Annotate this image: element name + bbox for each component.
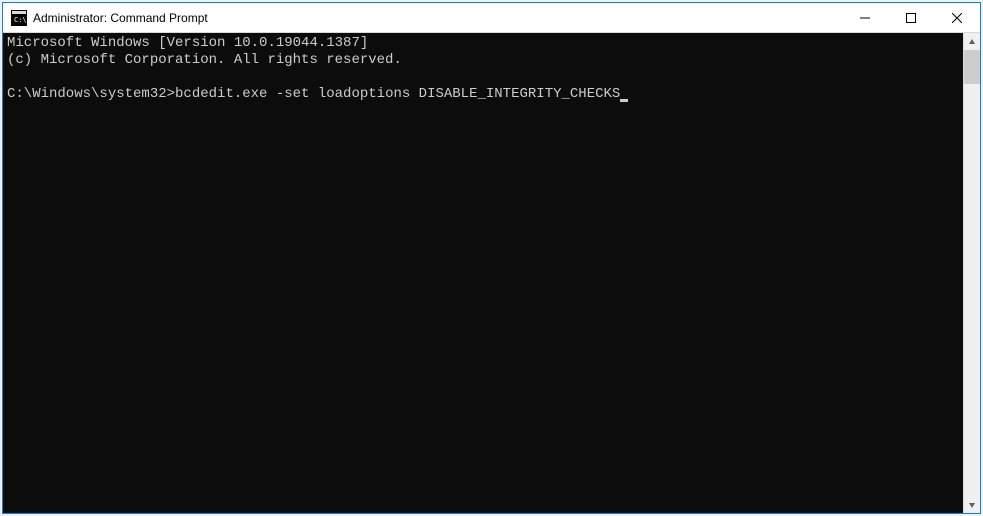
console-line-version: Microsoft Windows [Version 10.0.19044.13… bbox=[7, 35, 368, 51]
titlebar[interactable]: C:\ Administrator: Command Prompt bbox=[3, 3, 980, 33]
command-prompt-window: C:\ Administrator: Command Prompt Micros… bbox=[2, 2, 981, 514]
scroll-track[interactable] bbox=[964, 50, 980, 496]
console-prompt: C:\Windows\system32> bbox=[7, 86, 175, 102]
console-area-wrap: Microsoft Windows [Version 10.0.19044.13… bbox=[3, 33, 980, 513]
console-line-copyright: (c) Microsoft Corporation. All rights re… bbox=[7, 52, 402, 68]
close-button[interactable] bbox=[934, 3, 980, 32]
console-output[interactable]: Microsoft Windows [Version 10.0.19044.13… bbox=[3, 33, 963, 513]
scroll-thumb[interactable] bbox=[964, 50, 980, 84]
svg-text:C:\: C:\ bbox=[14, 16, 27, 24]
window-title: Administrator: Command Prompt bbox=[33, 11, 842, 25]
minimize-button[interactable] bbox=[842, 3, 888, 32]
console-command-text: bcdedit.exe -set loadoptions DISABLE_INT… bbox=[175, 86, 620, 102]
cursor-icon bbox=[620, 99, 628, 102]
scroll-up-arrow-icon[interactable] bbox=[964, 33, 980, 50]
vertical-scrollbar[interactable] bbox=[963, 33, 980, 513]
maximize-button[interactable] bbox=[888, 3, 934, 32]
scroll-down-arrow-icon[interactable] bbox=[964, 496, 980, 513]
command-prompt-icon: C:\ bbox=[11, 10, 27, 26]
window-controls bbox=[842, 3, 980, 32]
